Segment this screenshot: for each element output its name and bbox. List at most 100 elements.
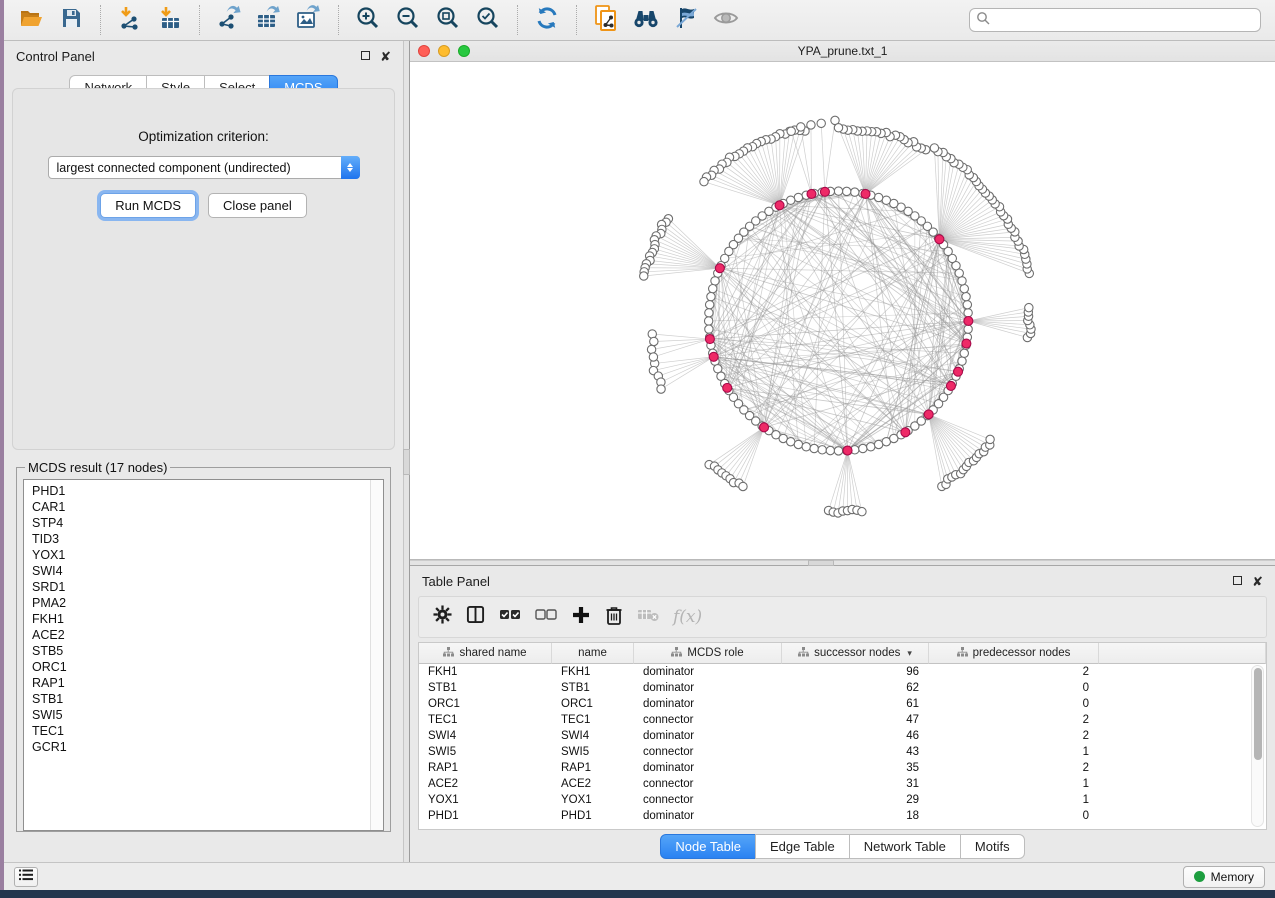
column-header-predecessor-nodes[interactable]: predecessor nodes bbox=[929, 643, 1099, 664]
network-node[interactable] bbox=[709, 352, 718, 361]
tab-node-table[interactable]: Node Table bbox=[660, 834, 756, 859]
tab-network-table[interactable]: Network Table bbox=[849, 834, 961, 859]
table-cell[interactable]: connector bbox=[634, 712, 782, 728]
network-canvas[interactable] bbox=[410, 62, 1275, 559]
search-network-button[interactable] bbox=[629, 4, 663, 36]
network-node[interactable] bbox=[705, 325, 713, 333]
mcds-node-item[interactable]: SWI5 bbox=[32, 707, 383, 723]
mcds-node-item[interactable]: PHD1 bbox=[32, 483, 383, 499]
node-table[interactable]: shared namenameMCDS rolesuccessor nodes▾… bbox=[418, 642, 1267, 830]
table-cell[interactable]: YOX1 bbox=[552, 792, 634, 808]
table-cell[interactable]: ACE2 bbox=[552, 776, 634, 792]
table-cell[interactable]: dominator bbox=[634, 680, 782, 696]
network-node[interactable] bbox=[962, 292, 970, 300]
network-node[interactable] bbox=[826, 446, 834, 454]
table-cell[interactable]: 2 bbox=[929, 712, 1099, 728]
export-image-button[interactable] bbox=[292, 4, 326, 36]
table-cell[interactable]: TEC1 bbox=[552, 712, 634, 728]
network-node[interactable] bbox=[958, 357, 966, 365]
mcds-node-item[interactable]: GCR1 bbox=[32, 739, 383, 755]
table-cell[interactable]: ORC1 bbox=[552, 696, 634, 712]
table-cell[interactable]: 96 bbox=[782, 664, 929, 680]
table-cell[interactable]: dominator bbox=[634, 808, 782, 824]
network-node[interactable] bbox=[834, 187, 842, 195]
table-cell[interactable]: 0 bbox=[929, 680, 1099, 696]
table-scrollbar-thumb[interactable] bbox=[1254, 668, 1262, 760]
run-mcds-button[interactable]: Run MCDS bbox=[100, 193, 196, 218]
network-node[interactable] bbox=[843, 446, 852, 455]
splitter-grip[interactable] bbox=[403, 449, 410, 475]
table-cell[interactable]: STB1 bbox=[419, 680, 552, 696]
network-node[interactable] bbox=[834, 447, 842, 455]
table-cell[interactable]: 2 bbox=[929, 664, 1099, 680]
table-cell[interactable]: dominator bbox=[634, 728, 782, 744]
tab-edge-table[interactable]: Edge Table bbox=[755, 834, 850, 859]
column-header-MCDS-role[interactable]: MCDS role bbox=[634, 643, 782, 664]
show-graphics-details-button[interactable] bbox=[709, 4, 743, 36]
table-cell[interactable] bbox=[1099, 712, 1266, 728]
table-cell[interactable]: 46 bbox=[782, 728, 929, 744]
network-node[interactable] bbox=[901, 428, 910, 437]
table-cell[interactable]: 2 bbox=[929, 760, 1099, 776]
network-node[interactable] bbox=[935, 235, 944, 244]
column-header-name[interactable]: name bbox=[552, 643, 634, 664]
close-panel-icon[interactable]: ✘ bbox=[1252, 575, 1263, 588]
table-cell[interactable]: 61 bbox=[782, 696, 929, 712]
unselect-all-button[interactable] bbox=[535, 607, 557, 628]
table-cell[interactable]: 35 bbox=[782, 760, 929, 776]
zoom-in-button[interactable] bbox=[351, 4, 385, 36]
network-node[interactable] bbox=[650, 337, 658, 345]
network-node[interactable] bbox=[807, 121, 815, 129]
table-cell[interactable]: RAP1 bbox=[552, 760, 634, 776]
mcds-node-item[interactable]: RAP1 bbox=[32, 675, 383, 691]
network-node[interactable] bbox=[964, 309, 972, 317]
import-table-button[interactable] bbox=[153, 4, 187, 36]
close-panel-button[interactable]: Close panel bbox=[208, 193, 307, 218]
mcds-node-item[interactable]: SRD1 bbox=[32, 579, 383, 595]
network-node[interactable] bbox=[963, 301, 971, 309]
table-cell[interactable]: 43 bbox=[782, 744, 929, 760]
table-cell[interactable]: TEC1 bbox=[419, 712, 552, 728]
table-cell[interactable]: 1 bbox=[929, 744, 1099, 760]
network-node[interactable] bbox=[640, 272, 648, 280]
table-cell[interactable]: connector bbox=[634, 776, 782, 792]
table-cell[interactable]: YOX1 bbox=[419, 792, 552, 808]
network-node[interactable] bbox=[707, 292, 715, 300]
open-button[interactable] bbox=[14, 4, 48, 36]
table-cell[interactable]: dominator bbox=[634, 696, 782, 712]
create-column-button[interactable] bbox=[571, 605, 591, 630]
mcds-node-item[interactable]: PMA2 bbox=[32, 595, 383, 611]
zoom-out-button[interactable] bbox=[391, 4, 425, 36]
vertical-splitter[interactable] bbox=[403, 41, 410, 862]
export-network-button[interactable] bbox=[212, 4, 246, 36]
network-node[interactable] bbox=[709, 285, 717, 293]
table-cell[interactable]: 29 bbox=[782, 792, 929, 808]
network-node[interactable] bbox=[818, 446, 826, 454]
network-node[interactable] bbox=[842, 187, 850, 195]
table-cell[interactable]: 47 bbox=[782, 712, 929, 728]
float-panel-icon[interactable] bbox=[361, 50, 370, 62]
list-scrollbar[interactable] bbox=[370, 480, 383, 830]
network-node[interactable] bbox=[960, 349, 968, 357]
memory-button[interactable]: Memory bbox=[1183, 866, 1265, 888]
network-node[interactable] bbox=[715, 264, 724, 273]
zoom-fit-button[interactable] bbox=[431, 4, 465, 36]
hide-graphics-details-button[interactable] bbox=[669, 4, 703, 36]
network-node[interactable] bbox=[834, 124, 842, 132]
table-cell[interactable]: ACE2 bbox=[419, 776, 552, 792]
task-history-button[interactable] bbox=[14, 867, 38, 887]
mcds-node-item[interactable]: TEC1 bbox=[32, 723, 383, 739]
network-node[interactable] bbox=[797, 123, 805, 131]
network-node[interactable] bbox=[704, 317, 712, 325]
network-node[interactable] bbox=[820, 187, 829, 196]
network-node[interactable] bbox=[930, 144, 938, 152]
network-node[interactable] bbox=[851, 188, 859, 196]
network-node[interactable] bbox=[705, 309, 713, 317]
mcds-node-item[interactable]: STB1 bbox=[32, 691, 383, 707]
table-cell[interactable] bbox=[1099, 680, 1266, 696]
splitter-grip[interactable] bbox=[808, 560, 834, 566]
refresh-button[interactable] bbox=[530, 4, 564, 36]
network-node[interactable] bbox=[817, 119, 825, 127]
table-cell[interactable] bbox=[1099, 696, 1266, 712]
network-node[interactable] bbox=[794, 440, 802, 448]
